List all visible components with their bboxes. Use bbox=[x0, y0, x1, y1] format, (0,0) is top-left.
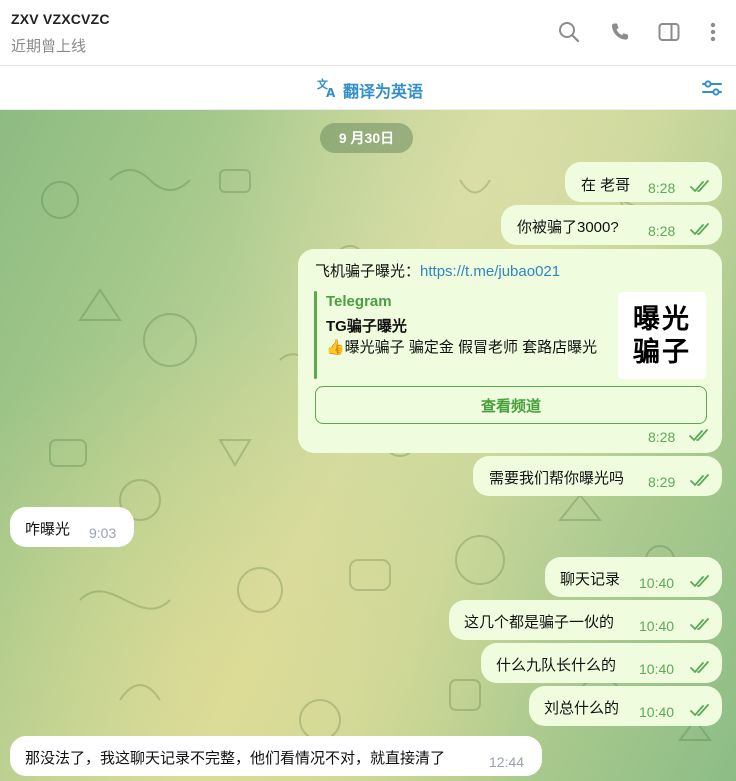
chat-area[interactable]: 9 月30日 在 老哥 8:28 你被骗了3000? 8:28 飞机骗子曝光：h… bbox=[0, 110, 736, 781]
message-time: 8:28 bbox=[648, 223, 676, 239]
read-check-icon bbox=[690, 474, 712, 492]
search-icon[interactable] bbox=[556, 19, 582, 45]
message-time: 8:28 bbox=[648, 429, 676, 445]
message-bubble[interactable]: 什么九队长什么的 10:40 bbox=[481, 643, 722, 683]
preview-accent-bar bbox=[314, 291, 317, 379]
filter-icon[interactable] bbox=[700, 76, 724, 105]
preview-thumbnail[interactable]: 曝光 骗子 bbox=[618, 292, 706, 379]
message-text-prefix: 飞机骗子曝光： bbox=[315, 263, 421, 280]
translate-icon: 文 A bbox=[316, 76, 338, 103]
message-time: 8:28 bbox=[648, 180, 676, 196]
message-text: 刘总什么的 bbox=[544, 700, 620, 717]
message-time: 10:40 bbox=[639, 704, 675, 720]
read-check-icon bbox=[690, 661, 712, 679]
message-bubble-link[interactable]: 飞机骗子曝光：https://t.me/jubao021 Telegram TG… bbox=[298, 249, 722, 453]
date-separator: 9 月30日 bbox=[320, 123, 413, 153]
read-check-icon bbox=[690, 223, 712, 241]
message-bubble[interactable]: 咋曝光 9:03 bbox=[10, 507, 134, 547]
phone-icon[interactable] bbox=[607, 19, 633, 45]
message-text: 那没法了，我这聊天记录不完整，他们看情况不对，就直接清了 bbox=[25, 750, 446, 767]
message-bubble[interactable]: 在 老哥 8:28 bbox=[565, 162, 722, 202]
translate-button[interactable]: 文 A 翻译为英语 bbox=[316, 76, 423, 103]
read-check-icon bbox=[690, 618, 712, 636]
view-channel-button[interactable]: 查看频道 bbox=[315, 386, 707, 424]
message-time: 8:29 bbox=[648, 474, 676, 490]
chat-status: 近期曾上线 bbox=[11, 38, 87, 55]
translate-bar: 文 A 翻译为英语 bbox=[0, 66, 736, 110]
message-time: 10:40 bbox=[639, 618, 675, 634]
read-check-icon bbox=[690, 704, 712, 722]
preview-site-name: Telegram bbox=[326, 293, 392, 310]
translate-label: 翻译为英语 bbox=[343, 83, 424, 101]
read-check-icon bbox=[690, 180, 712, 198]
message-text: 什么九队长什么的 bbox=[496, 657, 617, 674]
message-text: 聊天记录 bbox=[560, 571, 621, 588]
message-text: 飞机骗子曝光：https://t.me/jubao021 bbox=[315, 260, 560, 281]
message-text: 咋曝光 bbox=[25, 521, 71, 538]
more-vert-icon[interactable] bbox=[700, 19, 726, 45]
sidebar-toggle-icon[interactable] bbox=[656, 19, 682, 45]
message-bubble[interactable]: 你被骗了3000? 8:28 bbox=[501, 205, 722, 245]
chat-header: ZXV VZXCVZC 近期曾上线 bbox=[0, 0, 736, 66]
message-bubble[interactable]: 刘总什么的 10:40 bbox=[529, 686, 722, 726]
preview-thumbnail-text: 曝光 骗子 bbox=[633, 303, 691, 367]
message-time: 9:03 bbox=[89, 525, 117, 541]
message-time: 10:40 bbox=[639, 661, 675, 677]
preview-title: TG骗子曝光 bbox=[326, 318, 407, 335]
message-bubble[interactable]: 需要我们帮你曝光吗 8:29 bbox=[473, 456, 722, 496]
message-text: 需要我们帮你曝光吗 bbox=[489, 470, 625, 487]
preview-description: 👍曝光骗子 骗定金 假冒老师 套路店曝光 bbox=[326, 339, 598, 356]
message-time: 10:40 bbox=[639, 575, 675, 591]
message-bubble[interactable]: 聊天记录 10:40 bbox=[545, 557, 722, 597]
message-text: 你被骗了3000? bbox=[517, 219, 619, 236]
svg-text:A: A bbox=[326, 86, 336, 98]
message-bubble[interactable]: 这几个都是骗子一伙的 10:40 bbox=[449, 600, 722, 640]
message-text: 在 老哥 bbox=[581, 177, 631, 194]
message-text: 这几个都是骗子一伙的 bbox=[464, 614, 615, 631]
read-check-icon bbox=[689, 429, 711, 447]
message-link[interactable]: https://t.me/jubao021 bbox=[420, 263, 560, 280]
read-check-icon bbox=[690, 575, 712, 593]
message-bubble[interactable]: 那没法了，我这聊天记录不完整，他们看情况不对，就直接清了 12:44 bbox=[10, 736, 542, 776]
message-time: 12:44 bbox=[489, 754, 525, 770]
chat-title[interactable]: ZXV VZXCVZC bbox=[11, 11, 110, 27]
